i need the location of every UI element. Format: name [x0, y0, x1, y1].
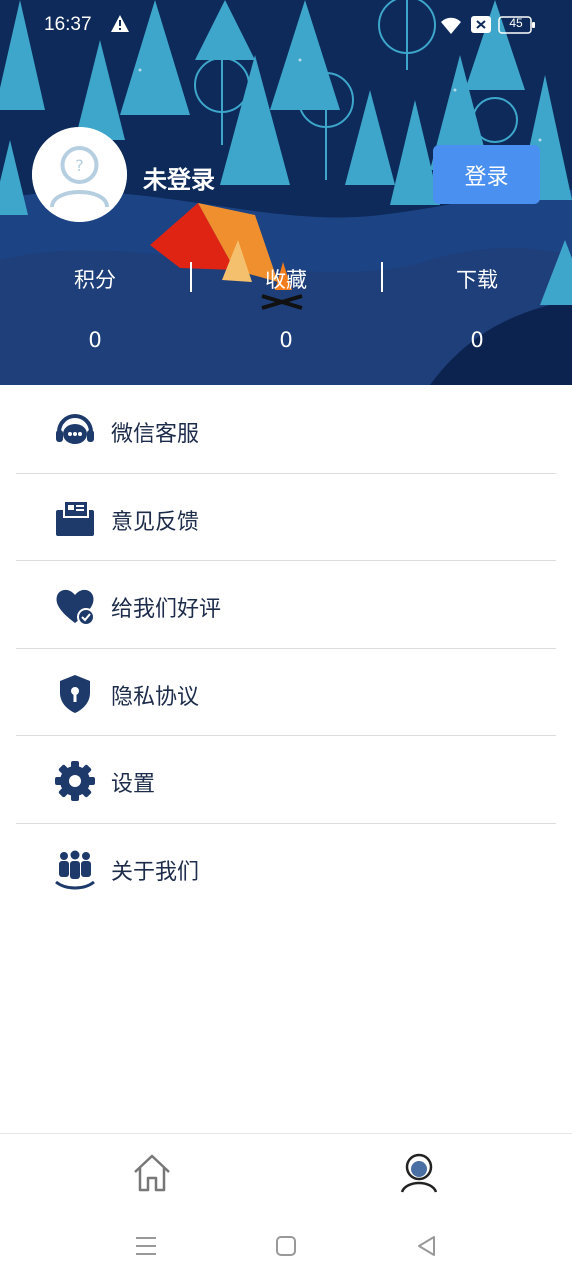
user-icon[interactable]	[398, 1152, 440, 1194]
wifi-icon	[441, 17, 461, 34]
shield-lock-icon	[60, 674, 90, 713]
gear-icon	[55, 761, 95, 801]
stat-label: 积分	[74, 268, 116, 292]
settings-menu: 微信客服 意见反馈 给我们好评 隐私协议 设置 关于我们	[16, 386, 556, 911]
menu-label: 设置	[111, 772, 156, 797]
team-icon	[55, 850, 95, 889]
profile-header: 16:37 45 ? 未登录 登录 积分 0 收藏 0 下载 0	[0, 0, 572, 385]
stat-value: 0	[88, 328, 102, 352]
system-nav-bar	[0, 1213, 572, 1280]
menu-label: 微信客服	[111, 422, 200, 447]
menu-item-wechat-service[interactable]: 微信客服	[16, 386, 556, 474]
heart-check-icon	[56, 589, 95, 626]
back-triangle-icon[interactable]	[414, 1233, 440, 1259]
stat-points[interactable]: 积分 0	[0, 264, 190, 352]
stat-value: 0	[279, 328, 293, 352]
menu-label: 给我们好评	[111, 597, 222, 622]
menu-item-about-us[interactable]: 关于我们	[16, 824, 556, 912]
stat-favorites[interactable]: 收藏 0	[191, 264, 381, 352]
menu-item-rate-us[interactable]: 给我们好评	[16, 561, 556, 649]
menu-label: 关于我们	[111, 859, 200, 885]
warning-icon	[111, 15, 129, 32]
menu-item-privacy[interactable]: 隐私协议	[16, 649, 556, 736]
default-avatar-icon: ?	[32, 127, 127, 222]
home-icon[interactable]	[131, 1152, 173, 1194]
headset-chat-icon	[56, 414, 94, 444]
menu-label: 隐私协议	[111, 684, 200, 710]
menu-icon[interactable]	[133, 1233, 159, 1259]
bottom-tab-bar	[0, 1133, 572, 1213]
status-time: 16:37	[44, 14, 92, 35]
username: 未登录	[143, 166, 215, 194]
menu-item-settings[interactable]: 设置	[16, 736, 556, 824]
avatar[interactable]: ?	[32, 127, 127, 222]
battery-level: 45	[509, 16, 523, 30]
stat-label: 下载	[456, 268, 498, 292]
sim-off-icon	[471, 16, 491, 33]
stat-label: 收藏	[265, 268, 307, 292]
feedback-box-icon	[56, 499, 94, 536]
menu-item-feedback[interactable]: 意见反馈	[16, 474, 556, 561]
login-button[interactable]: 登录	[433, 145, 540, 204]
square-icon[interactable]	[273, 1233, 299, 1259]
menu-label: 意见反馈	[111, 509, 200, 535]
svg-text:?: ?	[75, 156, 84, 175]
stat-downloads[interactable]: 下载 0	[382, 264, 572, 352]
status-bar: 16:37 45	[0, 0, 572, 52]
stat-value: 0	[470, 328, 484, 352]
